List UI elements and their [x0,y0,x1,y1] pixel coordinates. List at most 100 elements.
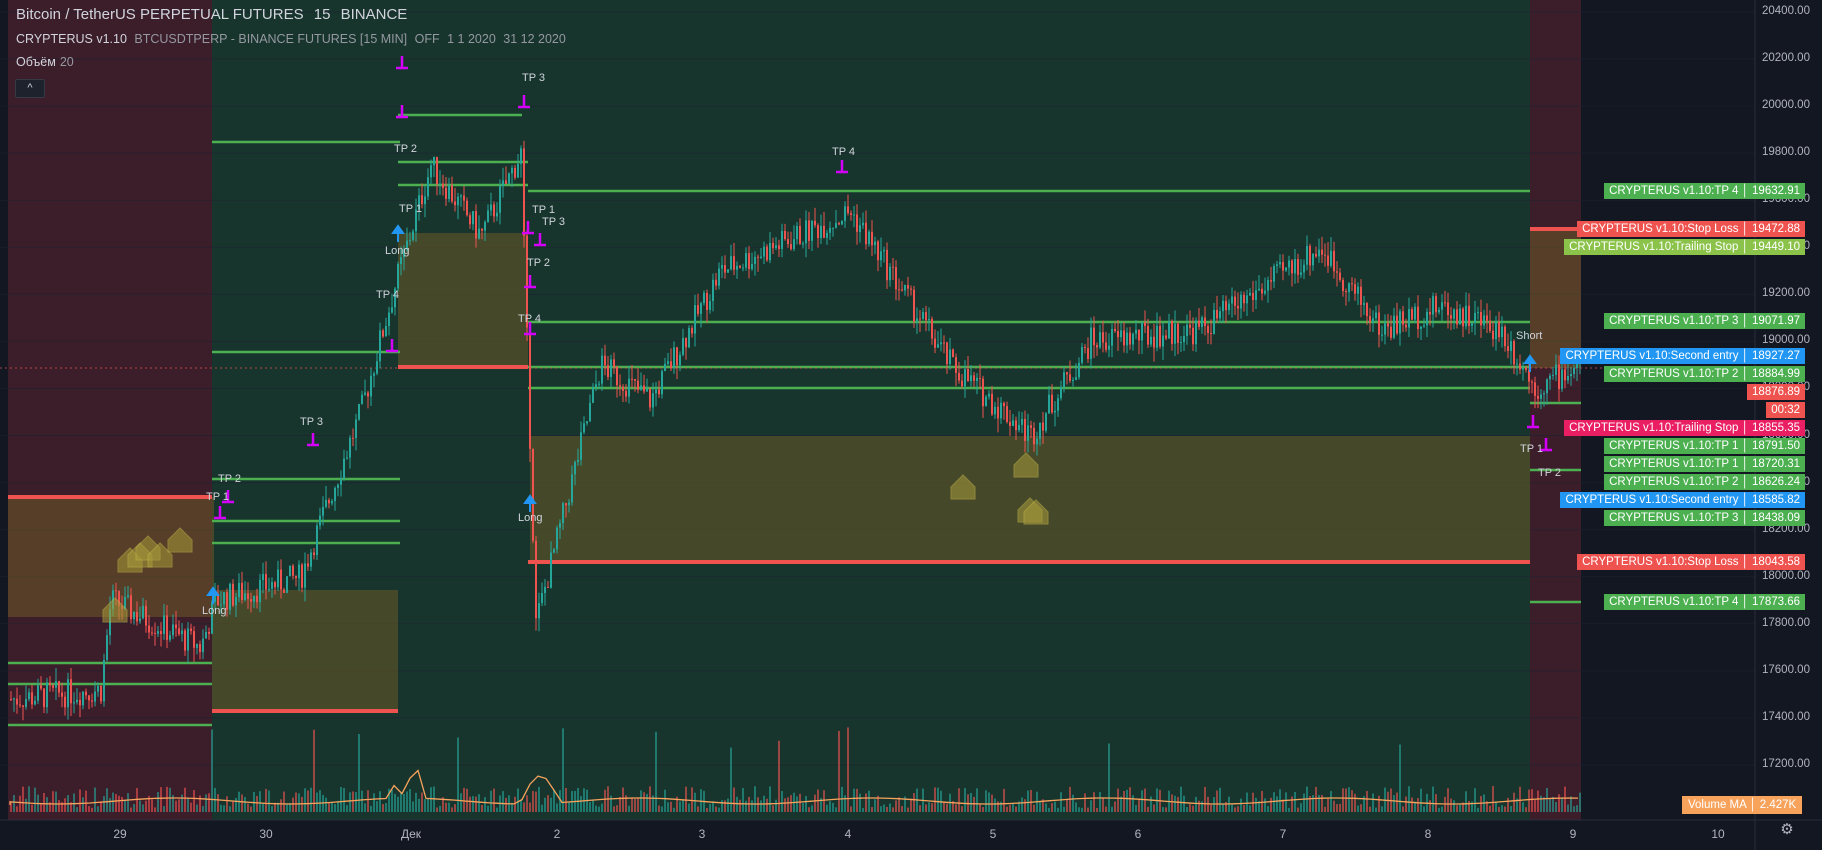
volume-bar [193,790,195,812]
candle-body [685,338,687,348]
candle-body [1237,305,1239,309]
candle-body [1051,394,1053,413]
volume-bar [79,789,81,812]
candle-body [490,204,492,211]
candle-body [43,688,45,708]
candle-body [520,148,522,164]
candle-body [70,679,72,704]
candle-body [1441,302,1443,310]
candle-body [1018,424,1020,431]
candle-body [1180,342,1182,344]
volume-bar [202,805,204,812]
price-chart[interactable] [0,0,1822,850]
candle-body [142,605,144,619]
time-axis-label: 4 [844,827,852,841]
candle-body [1117,331,1119,338]
candle-body [1171,321,1173,344]
volume-bar [1249,805,1251,812]
volume-bar [466,788,468,812]
candle-body [352,437,354,439]
volume-bar [724,800,726,812]
candle-body [997,406,999,419]
volume-bar [496,807,498,812]
volume-bar [154,807,156,812]
volume-bar [22,786,24,812]
volume-bar [1237,806,1239,812]
volume-bar [1189,804,1191,812]
volume-bar [286,803,288,812]
candle-body [565,503,567,506]
volume-bar [313,729,315,812]
candle-body [898,289,900,291]
volume-bar [1231,804,1233,812]
volume-bar [316,792,318,812]
volume-bar [169,787,171,812]
candle-body [1024,419,1026,441]
candle-body [1264,290,1266,294]
volume-bar [1339,803,1341,812]
volume-bar [541,804,543,812]
volume-bar [1090,800,1092,812]
volume-bar [679,801,681,812]
candle-body [1159,325,1161,347]
candle-body [169,635,171,640]
volume-bar [19,795,21,812]
gear-icon[interactable]: ⚙ [1779,822,1795,838]
candle-body [1345,291,1347,293]
candle-body [1066,372,1068,375]
candle-body [1021,419,1023,425]
candle-body [712,279,714,302]
volume-bar [1276,796,1278,812]
volume-bar [685,786,687,812]
candle-body [772,242,774,249]
indicator-legend[interactable]: CRYPTERUS v1.10 BTCUSDTPERP - BINANCE FU… [16,32,570,46]
volume-bar [694,792,696,812]
volume-bar [307,790,309,812]
volume-bar [346,805,348,812]
volume-legend[interactable]: Объём 20 [16,55,74,69]
candle-body [1327,255,1329,266]
candle-body [466,200,468,216]
candle-body [1189,324,1191,328]
candle-body [283,589,285,593]
volume-bar [472,796,474,812]
collapse-legend-button[interactable]: ^ [15,79,45,98]
candle-body [1195,320,1197,345]
candle-body [1492,330,1494,340]
candle-body [175,624,177,629]
candle-body [1339,272,1341,280]
candle-body [460,195,462,197]
volume-bar [1342,788,1344,812]
volume-bar [85,790,87,812]
candle-body [1432,296,1434,315]
volume-bar [1366,790,1368,812]
candle-body [1429,311,1431,315]
volume-bar [1312,795,1314,812]
volume-bar [1267,806,1269,812]
volume-bar [976,788,978,812]
volume-bar [1003,788,1005,812]
price-tag: CRYPTERUS v1.10:Second entry │ 18927.27 [1560,348,1805,364]
volume-bar [721,800,723,812]
volume-bar [1177,796,1179,812]
candle-body [571,474,573,503]
volume-bar [1501,805,1503,812]
symbol-name: Bitcoin / TetherUS PERPETUAL FUTURES [16,6,304,23]
candle-body [316,525,318,556]
candle-body [1396,315,1398,334]
volume-bar [1579,792,1581,812]
volume-bar [223,805,225,812]
candle-body [1549,375,1551,380]
candle-body [907,285,909,289]
volume-bar [1336,804,1338,812]
symbol-title[interactable]: Bitcoin / TetherUS PERPETUAL FUTURES 15 … [16,6,413,23]
volume-bar [616,805,618,812]
candle-body [376,361,378,374]
volume-bar [826,804,828,812]
candle-body [61,692,63,697]
candle-body [643,385,645,392]
candle-body [1420,326,1422,329]
candle-body [115,590,117,592]
candle-body [895,267,897,290]
candle-body [1177,323,1179,343]
